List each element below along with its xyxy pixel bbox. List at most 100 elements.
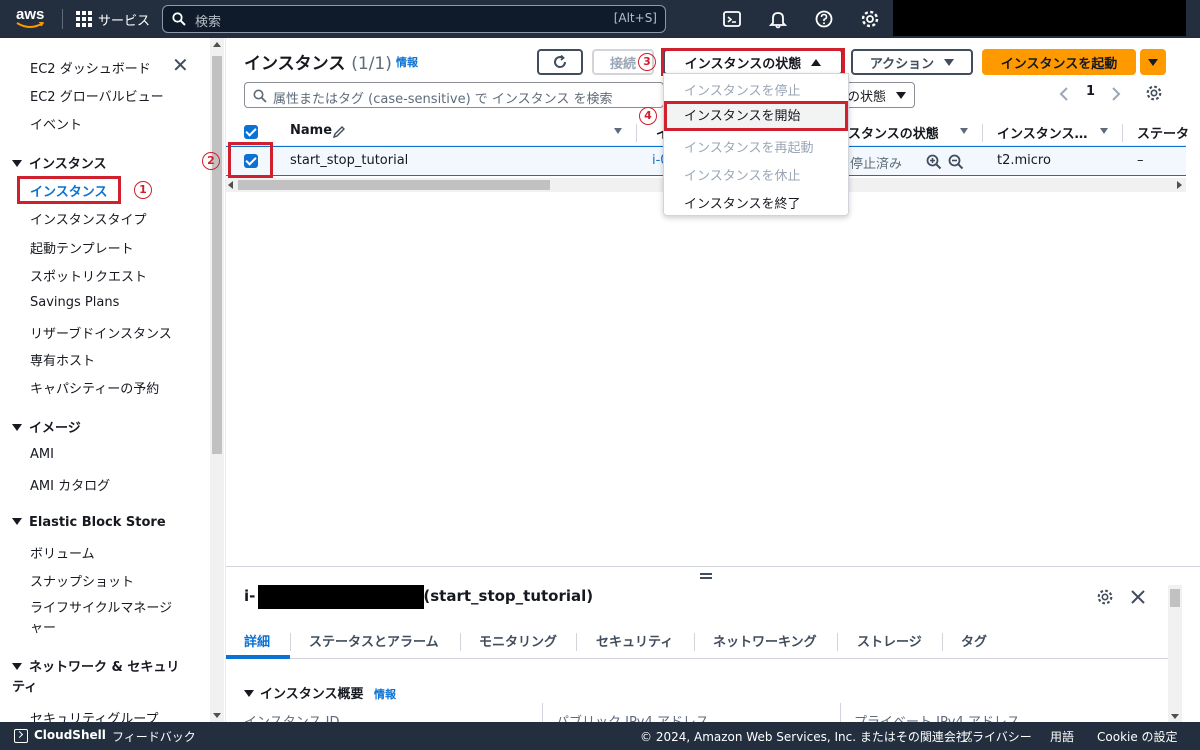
menu-item-reboot-instance[interactable]: インスタンスを再起動	[684, 137, 813, 156]
scroll-down-icon[interactable]	[1171, 714, 1179, 719]
sidebar-item-snapshots[interactable]: スナップショット	[30, 571, 134, 590]
sidebar-item-savings-plans[interactable]: Savings Plans	[30, 295, 119, 310]
edit-icon[interactable]	[332, 125, 346, 139]
sidebar-item-dedicated-hosts[interactable]: 専有ホスト	[30, 350, 95, 369]
actions-button[interactable]: アクション	[851, 49, 973, 75]
caret-down-icon	[12, 663, 22, 670]
tab-separator	[694, 633, 695, 651]
bell-icon[interactable]	[768, 9, 788, 29]
state-filter-select[interactable]: の状態	[842, 82, 915, 108]
sort-icon[interactable]	[1100, 128, 1108, 134]
instance-summary-header[interactable]: インスタンス概要 情報	[244, 683, 396, 702]
sidebar-item-events[interactable]: イベント	[30, 114, 82, 133]
select-all-checkbox[interactable]	[244, 125, 258, 139]
sidebar-item-volumes[interactable]: ボリューム	[30, 543, 95, 562]
info-link[interactable]: 情報	[396, 54, 418, 70]
footer-feedback[interactable]: フィードバック	[112, 728, 196, 745]
instance-state: 停止済み	[850, 157, 903, 172]
split-panel-scrollbar[interactable]	[1168, 585, 1182, 723]
footer-terms[interactable]: 用語	[1050, 728, 1074, 745]
footer-cookie[interactable]: Cookie の設定	[1097, 728, 1178, 745]
column-header-instance-type[interactable]: インスタンス…	[997, 123, 1087, 142]
menu-item-hibernate-instance[interactable]: インスタンスを休止	[684, 165, 800, 184]
scroll-left-icon[interactable]	[228, 181, 233, 189]
grid-icon	[76, 11, 92, 27]
zoom-in-icon[interactable]	[926, 154, 942, 170]
tab-tags[interactable]: タグ	[961, 631, 987, 650]
aws-logo[interactable]: aws	[14, 6, 50, 32]
refresh-button[interactable]	[537, 49, 583, 75]
sidebar-section-images[interactable]: イメージ	[12, 417, 81, 436]
caret-down-icon	[244, 690, 254, 697]
sidebar-item-capacity-reservations[interactable]: キャパシティーの予約	[30, 378, 159, 397]
menu-item-stop-instance[interactable]: インスタンスを停止	[684, 80, 800, 99]
column-separator[interactable]	[982, 124, 983, 142]
global-search[interactable]: 検索 [Alt+S]	[162, 5, 666, 33]
table-scroll-thumb[interactable]	[238, 180, 550, 190]
column-separator[interactable]	[636, 124, 637, 142]
step-marker-4: 4	[639, 107, 657, 125]
column-separator[interactable]	[1122, 124, 1123, 142]
sidebar-section-instances[interactable]: インスタンス	[12, 153, 106, 172]
filter-placeholder: 属性またはタグ (case-sensitive) で インスタンス を検索	[273, 92, 613, 107]
scroll-up-icon[interactable]	[213, 42, 221, 47]
services-menu[interactable]: サービス	[76, 8, 150, 30]
sidebar-item-lifecycle-manager[interactable]: ライフサイクルマネージャー	[30, 599, 180, 639]
tab-monitoring[interactable]: モニタリング	[479, 631, 557, 650]
close-icon[interactable]: ✕	[172, 55, 190, 75]
nav-separator	[62, 9, 63, 29]
launch-instance-button[interactable]: インスタンスを起動	[982, 49, 1136, 75]
launch-instance-dropdown[interactable]	[1140, 49, 1166, 75]
help-icon[interactable]	[814, 9, 834, 29]
scroll-down-icon[interactable]	[213, 713, 221, 718]
sidebar-section-network[interactable]: ネットワーク & セキュリティ	[12, 658, 192, 698]
tab-storage[interactable]: ストレージ	[857, 631, 922, 650]
chevron-left-icon[interactable]	[1058, 86, 1070, 102]
sidebar-item-ami-catalog[interactable]: AMI カタログ	[30, 475, 110, 494]
close-icon[interactable]	[1130, 589, 1146, 605]
tab-status-alarms[interactable]: ステータスとアラーム	[309, 631, 439, 650]
drag-handle-icon[interactable]	[700, 573, 712, 579]
settings-icon[interactable]	[1096, 588, 1114, 606]
settings-icon[interactable]	[1145, 84, 1163, 102]
filter-input[interactable]: 属性またはタグ (case-sensitive) で インスタンス を検索	[244, 82, 664, 108]
split-panel: i- (start_stop_tutorial) 詳細 ステータスとアラーム モニ…	[226, 566, 1200, 730]
sort-icon[interactable]	[960, 128, 968, 134]
sidebar-item-ec2-dashboard[interactable]: EC2 ダッシュボード	[30, 58, 151, 77]
footer-cloudshell[interactable]: CloudShell	[34, 728, 106, 742]
tab-details[interactable]: 詳細	[244, 631, 270, 650]
sidebar-scroll-thumb[interactable]	[212, 56, 222, 454]
tab-networking[interactable]: ネットワーキング	[713, 631, 817, 650]
highlight-box-4	[664, 101, 848, 131]
search-icon	[253, 89, 267, 103]
split-panel-scroll-thumb[interactable]	[1170, 589, 1180, 607]
tab-security[interactable]: セキュリティ	[596, 631, 673, 650]
sidebar-item-ec2-global-view[interactable]: EC2 グローバルビュー	[30, 86, 164, 105]
caret-down-icon	[12, 424, 22, 431]
sidebar-item-instance-types[interactable]: インスタンスタイプ	[30, 209, 146, 228]
sidebar-scrollbar[interactable]	[210, 38, 224, 722]
sidebar-section-ebs[interactable]: Elastic Block Store	[12, 515, 166, 530]
highlight-box-1	[17, 176, 121, 204]
menu-item-terminate-instance[interactable]: インスタンスを終了	[684, 193, 800, 212]
column-header-status[interactable]: ステータ	[1137, 123, 1189, 142]
column-header-name[interactable]: Name	[290, 123, 332, 138]
scroll-right-icon[interactable]	[1177, 181, 1182, 189]
account-menu-redacted[interactable]	[893, 0, 1186, 36]
sidebar-item-security-groups[interactable]: セキュリティグループ	[30, 708, 158, 722]
sort-icon[interactable]	[614, 128, 622, 134]
sidebar-item-reserved-instances[interactable]: リザーブドインスタンス	[30, 323, 172, 342]
sidebar-item-ami[interactable]: AMI	[30, 447, 54, 462]
chevron-right-icon[interactable]	[1110, 86, 1122, 102]
info-link[interactable]: 情報	[374, 688, 396, 701]
column-header-state[interactable]: スタンスの状態	[848, 123, 939, 142]
footer-privacy[interactable]: プライバシー	[960, 728, 1032, 745]
zoom-out-icon[interactable]	[948, 154, 964, 170]
settings-icon[interactable]	[860, 9, 880, 29]
sidebar-item-spot-requests[interactable]: スポットリクエスト	[30, 266, 147, 285]
cloudshell-icon[interactable]	[722, 9, 742, 29]
instance-name: start_stop_tutorial	[290, 153, 409, 168]
cloudshell-icon[interactable]	[14, 729, 28, 743]
sidebar-item-launch-templates[interactable]: 起動テンプレート	[30, 238, 134, 257]
page-number[interactable]: 1	[1086, 84, 1095, 99]
